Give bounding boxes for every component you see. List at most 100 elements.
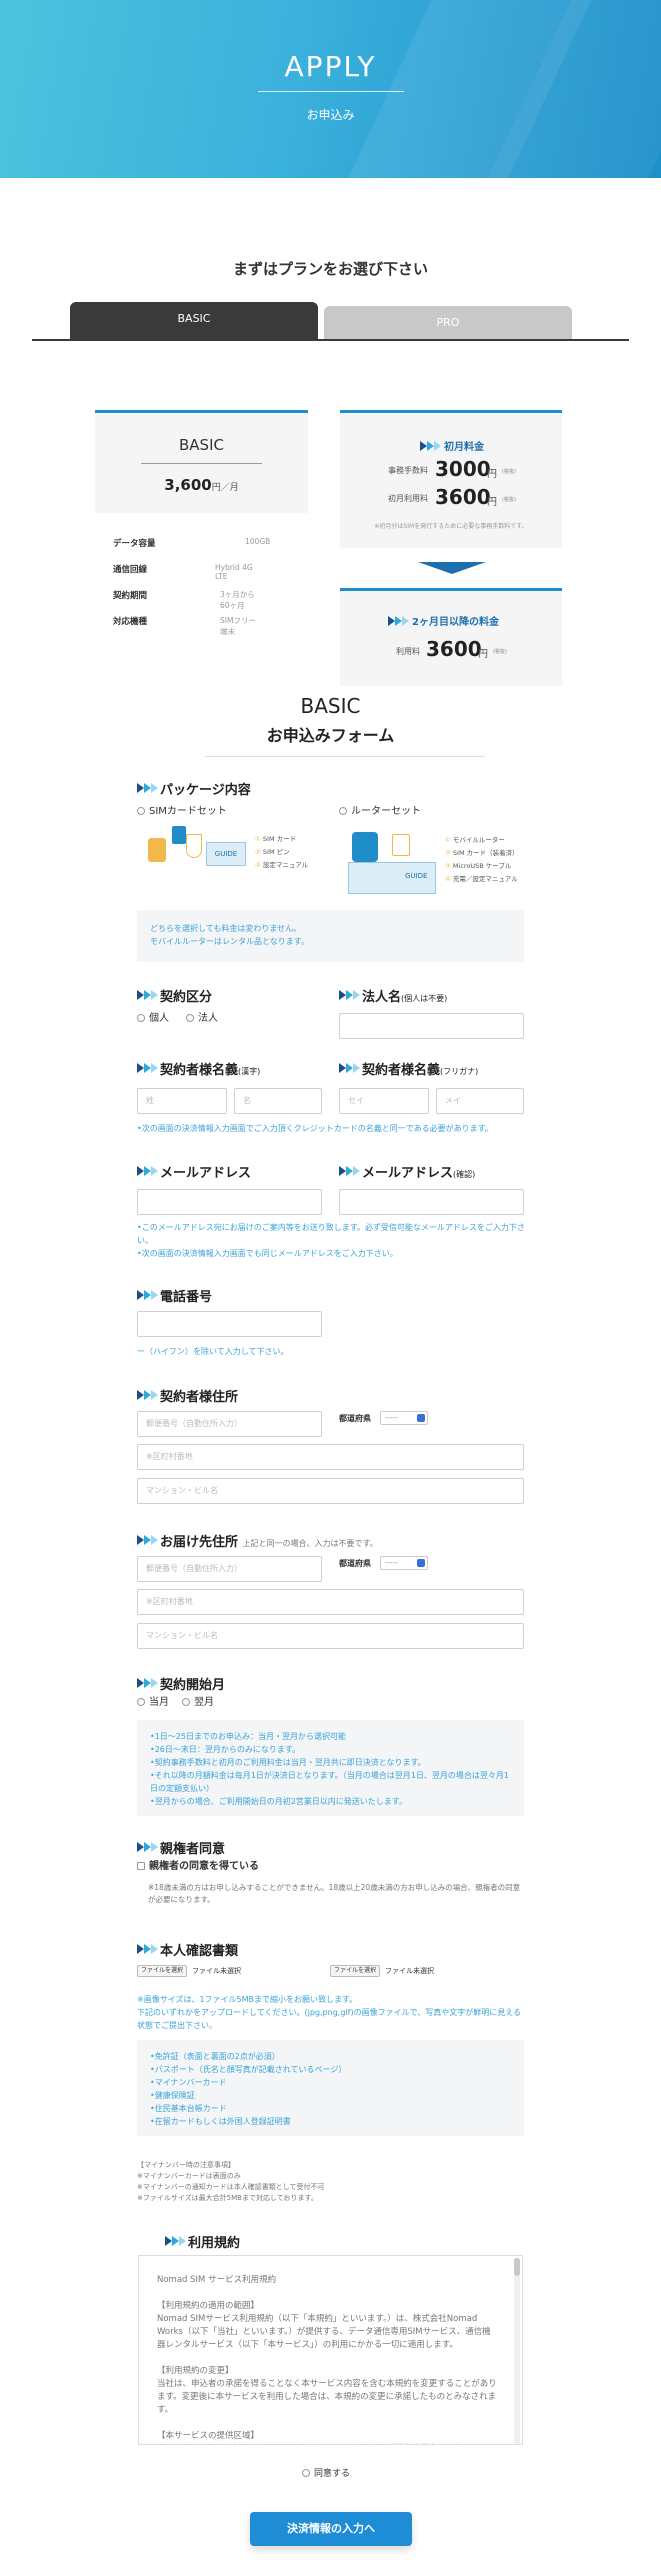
radio-button[interactable] xyxy=(137,1014,145,1022)
checkbox[interactable] xyxy=(137,1862,145,1870)
radio-button[interactable] xyxy=(186,1014,194,1022)
submit-button[interactable]: 決済情報の入力へ xyxy=(250,2512,412,2546)
delivery-building-input[interactable]: マンション・ビル名 xyxy=(137,1623,524,1649)
spec-row: 対応機種 SIMフリー端末 xyxy=(113,615,263,636)
radio-sim-set[interactable]: SIMカードセット xyxy=(137,806,227,818)
spec-key: 通信回線 xyxy=(113,565,148,575)
delivery-city-input[interactable]: ※区町村番地 xyxy=(137,1589,524,1615)
city-input[interactable]: ※区町村番地 xyxy=(137,1444,524,1470)
radio-corporate[interactable]: 法人 xyxy=(186,1013,218,1025)
terms-body: Nomad SIM サービス利用規約 【利用規約の適用の範囲】 Nomad SI… xyxy=(157,2275,497,2441)
spec-key: 対応機種 xyxy=(113,617,148,627)
section-bullet-icon xyxy=(137,1678,159,1688)
admin-fee-label: 事務手数料 xyxy=(388,466,428,475)
radio-button[interactable] xyxy=(137,807,145,815)
radio-this-month[interactable]: 当月 xyxy=(137,1697,169,1709)
parent-note: ※18歳未満の方はお申し込みすることができません。18歳以上20歳未満の方お申し… xyxy=(148,1883,521,1904)
first-name-input[interactable]: 名 xyxy=(234,1088,322,1114)
building-input[interactable]: マンション・ビル名 xyxy=(137,1478,524,1504)
file-select-button-2[interactable]: ファイルを選択 xyxy=(330,1965,380,1977)
radio-button[interactable] xyxy=(182,1698,190,1706)
plan-price-unit: 円／月 xyxy=(211,483,239,493)
checkbox-label: 親権者の同意を得ている xyxy=(149,1861,259,1872)
last-name-input[interactable]: 姓 xyxy=(137,1088,227,1114)
router-guide-icon: GUIDE xyxy=(405,872,428,880)
section-bullet-icon xyxy=(339,1063,361,1073)
admin-fee-value: 3000 xyxy=(435,457,491,481)
yen-label: 円 xyxy=(487,497,497,508)
form-title: お申込みフォーム xyxy=(266,726,395,745)
tax-label: (税抜) xyxy=(493,649,507,655)
plan-name: BASIC xyxy=(179,436,224,454)
pref-label: 都道府県 xyxy=(339,1414,371,1423)
first-name-kana-input[interactable]: メイ xyxy=(436,1088,524,1114)
router-item: ③ MicroUSB ケーブル xyxy=(445,862,512,870)
email-input[interactable] xyxy=(137,1189,322,1215)
identity-heading: 本人確認書類 xyxy=(160,1944,239,1959)
radio-next-month[interactable]: 翌月 xyxy=(182,1697,214,1709)
delivery-zip-input[interactable]: 郵便番号（自動住所入力） xyxy=(137,1556,322,1582)
company-name-input[interactable] xyxy=(339,1013,524,1039)
spec-value: Hybrid 4G LTE xyxy=(215,563,253,581)
section-bullet-icon xyxy=(137,1290,159,1300)
terms-heading: 利用規約 xyxy=(188,2236,241,2251)
radio-button[interactable] xyxy=(137,1698,145,1706)
email-confirm-input[interactable] xyxy=(339,1189,524,1215)
plan-select-heading: まずはプランをお選び下さい xyxy=(232,260,428,278)
name-kanji-sub: (漢字) xyxy=(238,1067,261,1076)
plan-spec-table xyxy=(95,513,308,662)
radio-individual[interactable]: 個人 xyxy=(137,1013,169,1025)
last-name-kana-input[interactable]: セイ xyxy=(339,1088,429,1114)
sim-item: ③ 設定マニュアル xyxy=(255,861,309,869)
usage-fee-label: 初月利用料 xyxy=(388,494,428,503)
tax-label: (税抜) xyxy=(502,469,516,475)
hero-subtitle: お申込み xyxy=(306,108,355,122)
delivery-heading: お届け先住所 上記と同一の場合、入力は不要です。 xyxy=(160,1535,378,1550)
company-name-heading: 法人名(個人は不要) xyxy=(362,990,448,1005)
file-select-button[interactable]: ファイルを選択 xyxy=(137,1965,187,1977)
tab-basic[interactable]: BASIC xyxy=(70,302,318,340)
terms-scrollbar[interactable] xyxy=(514,2258,520,2444)
router-item: ① モバイルルーター xyxy=(445,836,505,844)
initial-fee-card: 初月料金 事務手数料 3000 円 (税抜) 初月利用料 3600 円 (税抜)… xyxy=(340,410,562,548)
router-icon xyxy=(352,832,378,862)
parent-consent-checkbox[interactable]: 親権者の同意を得ている xyxy=(137,1861,259,1873)
terms-scroll-thumb[interactable] xyxy=(514,2258,520,2276)
section-bullet-icon xyxy=(165,2236,187,2246)
file-status-2: ファイル未選択 xyxy=(385,1967,434,1975)
router-item: ④ 充電／設定マニュアル xyxy=(445,875,518,883)
form-title-plan: BASIC xyxy=(300,694,361,718)
monthly-fee-title: 2ヶ月目以降の料金 xyxy=(412,617,499,628)
section-bullet-icon xyxy=(137,1842,159,1852)
terms-scrollbox[interactable]: Nomad SIM サービス利用規約 【利用規約の適用の範囲】 Nomad SI… xyxy=(138,2255,523,2445)
radio-label: 当月 xyxy=(149,1697,169,1708)
email-confirm-heading: メールアドレス(確認) xyxy=(362,1166,476,1181)
phone-input[interactable] xyxy=(137,1311,322,1337)
spec-value: 100GB xyxy=(245,537,271,546)
tab-pro[interactable]: PRO xyxy=(324,306,572,340)
checkbox[interactable] xyxy=(302,2469,310,2477)
checkbox-label: 同意する xyxy=(314,2469,351,2479)
name-kanji-heading: 契約者様名義(漢字) xyxy=(160,1063,261,1078)
agree-checkbox[interactable]: 同意する xyxy=(302,2468,350,2480)
section-bullet-icon xyxy=(137,783,159,793)
pref-select[interactable]: ----- xyxy=(380,1411,428,1425)
zip-input[interactable]: 郵便番号（自動住所入力） xyxy=(137,1411,322,1437)
section-bullet-icon xyxy=(339,1166,361,1176)
monthly-fee-value: 3600 xyxy=(426,637,482,661)
radio-label: ルーターセット xyxy=(351,806,421,817)
radio-label: 翌月 xyxy=(194,1697,214,1708)
start-month-heading: 契約開始月 xyxy=(160,1678,226,1693)
name-kana-heading: 契約者様名義(フリガナ) xyxy=(362,1063,479,1078)
radio-button[interactable] xyxy=(339,807,347,815)
spec-row: 契約期間 3ヶ月から60ヶ月 xyxy=(113,589,263,610)
name-note: •次の画面の決済情報入力画面でご入力頂くクレジットカードの名義と同一である必要が… xyxy=(137,1124,493,1133)
radio-router-set[interactable]: ルーターセット xyxy=(339,806,421,818)
section-bullet-icon xyxy=(137,1063,159,1073)
sim-items-list: ① SIM カード ② SIM ピン ③ 設定マニュアル xyxy=(255,833,308,872)
chevron-down-icon xyxy=(417,1414,425,1422)
router-item: ② SIM カード（装着済） xyxy=(445,849,519,857)
delivery-pref-select[interactable]: ----- xyxy=(380,1556,428,1570)
guide-manual-icon: GUIDE xyxy=(206,842,246,866)
section-bullet-icon xyxy=(339,990,361,1000)
